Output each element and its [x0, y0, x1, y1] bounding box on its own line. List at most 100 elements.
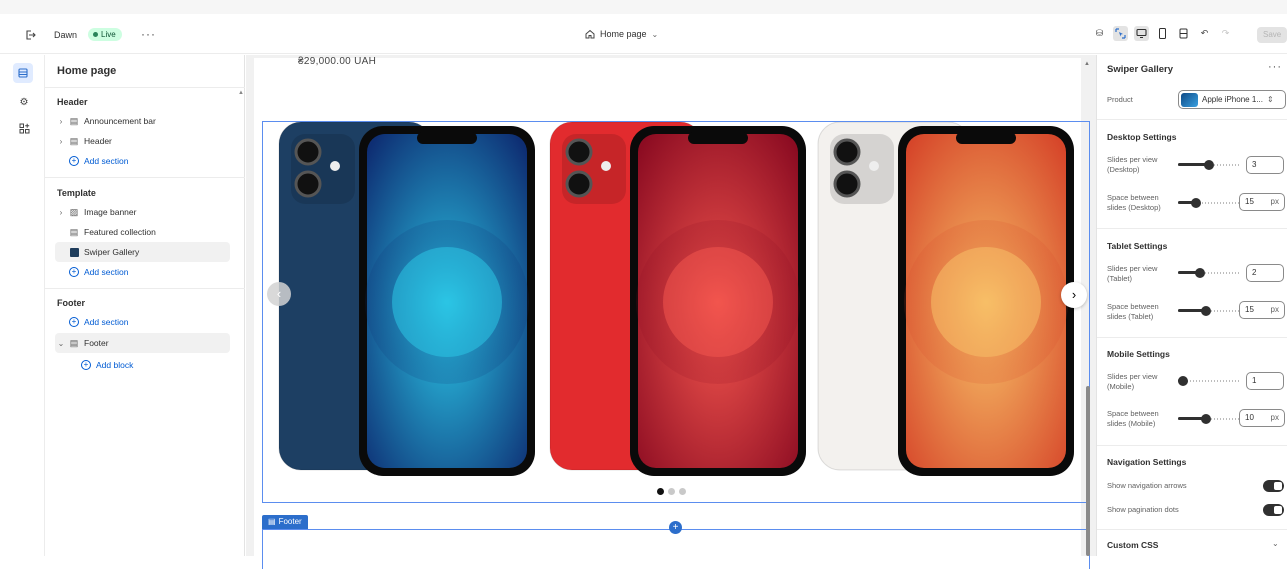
inspector-icon[interactable]: [1113, 26, 1128, 41]
more-icon[interactable]: ···: [141, 27, 156, 41]
plus-icon: +: [69, 267, 79, 277]
scrollbar-thumb[interactable]: [1086, 386, 1090, 556]
divider: [45, 288, 245, 289]
scroll-up-icon[interactable]: ▲: [238, 90, 244, 96]
chevron-right-icon[interactable]: ›: [55, 208, 67, 217]
icon-rail: ⚙: [0, 55, 45, 556]
mobile-slides-slider[interactable]: [1178, 376, 1240, 386]
add-section-template[interactable]: + Add section: [69, 267, 128, 277]
product-value: Apple iPhone 1...: [1202, 95, 1263, 104]
gallery-slide[interactable]: [548, 121, 810, 482]
browser-strip: [0, 0, 1287, 14]
footer-section-tag[interactable]: ▤ Footer: [262, 515, 308, 529]
desktop-heading: Desktop Settings: [1107, 132, 1177, 142]
chevron-right-icon[interactable]: ›: [55, 117, 67, 126]
add-section-label: Add section: [84, 317, 129, 327]
section-image-banner[interactable]: › ▨ Image banner: [55, 202, 230, 222]
plus-icon: +: [81, 360, 91, 370]
mobile-space-input[interactable]: 10 px: [1239, 409, 1285, 427]
mobile-space-slider[interactable]: [1178, 414, 1240, 424]
apps-icon[interactable]: [17, 123, 31, 137]
product-label: Product: [1107, 95, 1133, 104]
tablet-space-label: Space between slides (Tablet): [1107, 302, 1159, 321]
home-icon: [585, 29, 595, 39]
mobile-view-icon[interactable]: [1155, 26, 1170, 41]
desktop-space-slider[interactable]: [1178, 198, 1240, 208]
app-block-icon: [70, 247, 79, 257]
chevron-down-icon[interactable]: ⌄: [1272, 539, 1279, 548]
section-featured-collection[interactable]: ▤ Featured collection: [55, 222, 230, 242]
desktop-slides-input[interactable]: 3: [1246, 156, 1284, 174]
divider: [1097, 119, 1287, 120]
select-arrows-icon: ⇕: [1266, 95, 1274, 104]
footer-layout-icon: ▤: [69, 337, 79, 348]
full-width-icon[interactable]: [1176, 26, 1191, 41]
section-label: Announcement bar: [84, 116, 156, 126]
scroll-up-icon[interactable]: ▲: [1084, 61, 1090, 67]
theme-name[interactable]: Dawn: [54, 30, 77, 40]
mobile-slides-input[interactable]: 1: [1246, 372, 1284, 390]
page-selector-label: Home page: [600, 29, 647, 39]
section-label: Swiper Gallery: [84, 247, 140, 257]
sections-icon[interactable]: [13, 63, 33, 83]
mobile-slides-label: Slides per view (Mobile): [1107, 372, 1158, 391]
navigation-heading: Navigation Settings: [1107, 457, 1187, 467]
arrows-toggle[interactable]: [1263, 480, 1284, 492]
add-block-footer[interactable]: + Add block: [81, 360, 133, 370]
save-button[interactable]: Save: [1257, 27, 1287, 43]
preview-scrollbar[interactable]: ▲: [1083, 58, 1093, 556]
undo-icon[interactable]: ↶: [1197, 26, 1212, 41]
exit-icon[interactable]: [24, 29, 36, 41]
section-label: Header: [84, 136, 112, 146]
live-badge-label: Live: [101, 30, 116, 39]
phone-image: [278, 121, 535, 476]
arrows-toggle-label: Show navigation arrows: [1107, 481, 1187, 490]
tablet-slides-slider[interactable]: [1178, 268, 1240, 278]
tablet-slides-input[interactable]: 2: [1246, 264, 1284, 282]
custom-css-heading[interactable]: Custom CSS: [1107, 540, 1158, 550]
add-section-footer[interactable]: + Add section: [69, 317, 128, 327]
settings-icon[interactable]: ⚙: [17, 96, 31, 110]
database-icon[interactable]: ⛁: [1092, 26, 1107, 41]
tablet-heading: Tablet Settings: [1107, 241, 1168, 251]
mobile-space-label: Space between slides (Mobile): [1107, 409, 1159, 428]
storefront-preview: ₴29,000.00 UAH ‹ › ▤ Footer +: [254, 56, 1090, 569]
more-icon[interactable]: ···: [1268, 61, 1282, 73]
pagination-dot[interactable]: [668, 488, 675, 495]
plus-icon: +: [69, 156, 79, 166]
prev-arrow-icon[interactable]: ‹: [267, 282, 291, 306]
section-swiper-gallery[interactable]: Swiper Gallery: [55, 242, 230, 262]
dots-toggle[interactable]: [1263, 504, 1284, 516]
group-footer: Footer: [57, 298, 85, 308]
divider: [45, 87, 245, 88]
pagination-dot[interactable]: [657, 488, 664, 495]
gallery-slide[interactable]: [277, 121, 539, 482]
redo-icon[interactable]: ↷: [1218, 26, 1233, 41]
gallery-slide[interactable]: [816, 121, 1078, 482]
divider: [1097, 337, 1287, 338]
add-section-header[interactable]: + Add section: [69, 156, 128, 166]
mobile-heading: Mobile Settings: [1107, 349, 1170, 359]
layout-icon: ▤: [69, 115, 79, 126]
divider: [1097, 445, 1287, 446]
add-section-plus-icon[interactable]: +: [669, 521, 682, 534]
phone-image: [549, 121, 806, 476]
product-picker[interactable]: Apple iPhone 1... ⇕: [1178, 90, 1286, 109]
chevron-down-icon[interactable]: ⌄: [55, 339, 67, 348]
pagination-dot[interactable]: [679, 488, 686, 495]
desktop-view-icon[interactable]: [1134, 26, 1149, 41]
dots-toggle-label: Show pagination dots: [1107, 505, 1179, 514]
section-announcement-bar[interactable]: › ▤ Announcement bar: [55, 111, 230, 131]
desktop-space-input[interactable]: 15 px: [1239, 193, 1285, 211]
section-footer[interactable]: ⌄ ▤ Footer: [55, 333, 230, 353]
tablet-space-slider[interactable]: [1178, 306, 1240, 316]
desktop-slides-slider[interactable]: [1178, 160, 1240, 170]
desktop-slides-label: Slides per view (Desktop): [1107, 155, 1158, 174]
chevron-right-icon[interactable]: ›: [55, 137, 67, 146]
sections-panel: Home page ▲ Header › ▤ Announcement bar …: [45, 55, 245, 556]
page-selector[interactable]: Home page ⌄: [585, 29, 658, 39]
swiper-gallery[interactable]: ‹ ›: [262, 121, 1090, 503]
tablet-space-input[interactable]: 15 px: [1239, 301, 1285, 319]
group-template: Template: [57, 188, 96, 198]
section-header[interactable]: › ▤ Header: [55, 131, 230, 151]
